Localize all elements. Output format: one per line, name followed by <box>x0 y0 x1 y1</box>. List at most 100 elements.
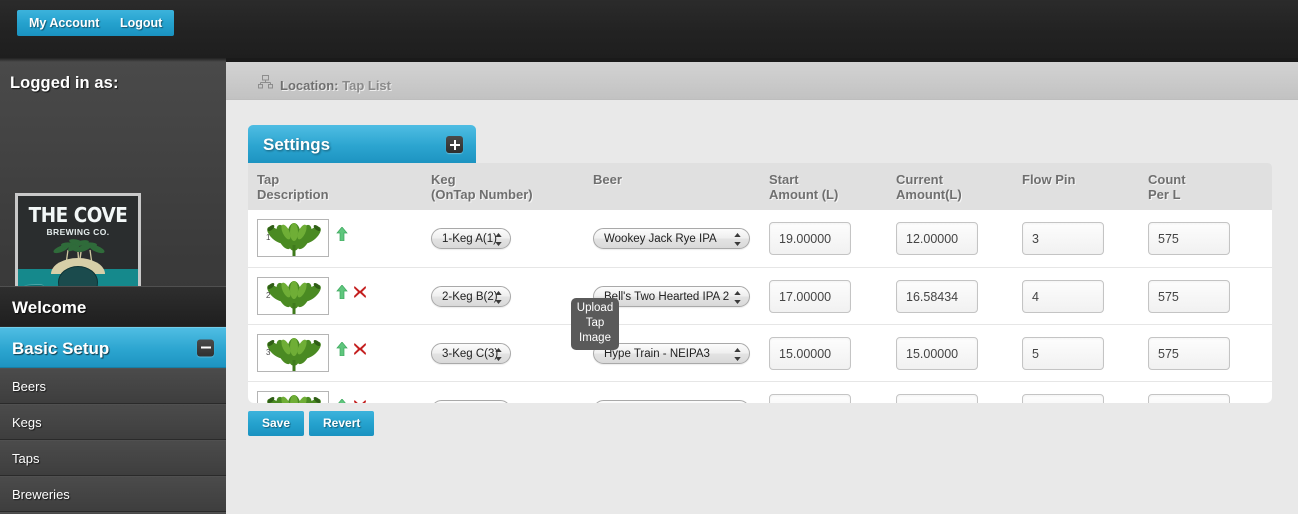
current-amount-input[interactable]: 4.00000 <box>896 394 978 403</box>
stepper-icon[interactable] <box>495 233 502 246</box>
count-per-l-input[interactable]: 575 <box>1148 394 1230 403</box>
sidebar-item-basic-setup[interactable]: Basic Setup <box>0 327 226 368</box>
main-content: Location: Tap List Settings Tap Descripti… <box>226 58 1298 514</box>
stepper-icon[interactable] <box>734 291 741 304</box>
sidebar-item-kegs[interactable]: Kegs <box>0 404 226 440</box>
stepper-icon[interactable] <box>495 291 502 304</box>
keg-select[interactable]: 2-Keg B(2) <box>431 286 511 307</box>
sidebar-item-label: Welcome <box>12 298 87 317</box>
logo-subtitle: BREWING CO. <box>46 227 110 237</box>
sidebar-item-welcome[interactable]: Welcome <box>0 286 226 327</box>
start-amount-input[interactable]: 15.00000 <box>769 337 851 370</box>
upload-tap-image-button[interactable] <box>336 398 348 403</box>
table-row: 1 1-Keg A(1) Wookey Jack Rye IPA 19.0000… <box>248 210 1272 267</box>
delete-icon[interactable] <box>353 399 367 403</box>
stepper-icon[interactable] <box>734 233 741 246</box>
current-amount-input[interactable]: 15.00000 <box>896 337 978 370</box>
stepper-icon[interactable] <box>734 348 741 361</box>
column-header-start-amount: Start Amount (L) <box>769 172 839 202</box>
hop-leaf-icon <box>267 395 321 403</box>
upload-tap-image-button[interactable] <box>336 341 348 357</box>
tap-number-label: 3 <box>266 348 271 357</box>
column-header-keg: Keg (OnTap Number) <box>431 172 533 202</box>
column-header-count-per-l: Count Per L <box>1148 172 1186 202</box>
sidebar-item-label: Taps <box>12 451 40 466</box>
tap-number-label: 2 <box>266 291 271 300</box>
top-bar: My Account Logout <box>0 0 1298 58</box>
keg-select[interactable]: 1-Keg A(1) <box>431 228 511 249</box>
current-amount-input[interactable]: 12.00000 <box>896 222 978 255</box>
flow-pin-input[interactable]: 5 <box>1022 337 1104 370</box>
logged-in-as-label: Logged in as: <box>10 74 119 92</box>
sidebar-item-breweries[interactable]: Breweries <box>0 476 226 512</box>
revert-button[interactable]: Revert <box>309 411 375 436</box>
sitemap-icon <box>258 75 273 89</box>
sidebar-item-label: Beers <box>12 379 46 394</box>
logo-title: THE COVE <box>28 203 128 227</box>
location-bar: Location: Tap List <box>226 62 1298 100</box>
flow-pin-input[interactable]: 4 <box>1022 280 1104 313</box>
hop-leaf-icon <box>267 223 321 256</box>
logout-button[interactable]: Logout <box>108 10 175 36</box>
delete-icon[interactable] <box>353 285 367 299</box>
tap-image-thumbnail[interactable]: 4 <box>257 391 329 403</box>
minus-icon[interactable] <box>197 339 214 356</box>
start-amount-input[interactable]: 17.00000 <box>769 280 851 313</box>
hop-leaf-icon <box>267 281 321 314</box>
upload-tap-image-button[interactable] <box>336 284 348 300</box>
tap-number-label: 1 <box>266 233 271 242</box>
location-value: Tap List <box>342 78 391 93</box>
upload-arrow-icon[interactable] <box>336 284 348 300</box>
delete-tap-button[interactable] <box>353 285 367 299</box>
settings-panel-header[interactable]: Settings <box>248 125 476 163</box>
column-header-flow-pin: Flow Pin <box>1022 172 1076 187</box>
table-row: 4 4-Keg D(4) Belgian Dark Ale 2.50000 4.… <box>248 381 1272 403</box>
tap-image-thumbnail[interactable]: 2 <box>257 277 329 315</box>
column-header-beer: Beer <box>593 172 622 187</box>
upload-tap-image-button[interactable] <box>336 226 348 242</box>
stepper-icon[interactable] <box>495 348 502 361</box>
beer-select[interactable]: Wookey Jack Rye IPA <box>593 228 750 249</box>
upload-arrow-icon[interactable] <box>336 398 348 403</box>
count-per-l-input[interactable]: 575 <box>1148 280 1230 313</box>
start-amount-input[interactable]: 2.50000 <box>769 394 851 403</box>
sidebar-item-label: Kegs <box>12 415 42 430</box>
breadcrumb: Location: Tap List <box>280 78 391 93</box>
sidebar-item-label: Breweries <box>12 487 70 502</box>
beer-select[interactable]: Belgian Dark Ale <box>593 400 750 403</box>
delete-tap-button[interactable] <box>353 342 367 356</box>
settings-title: Settings <box>263 135 331 154</box>
sidebar: Logged in as: THE COVE BREWING CO. Welco… <box>0 58 226 514</box>
upload-arrow-icon[interactable] <box>336 341 348 357</box>
start-amount-input[interactable]: 19.00000 <box>769 222 851 255</box>
sidebar-item-taps[interactable]: Taps <box>0 440 226 476</box>
tap-image-thumbnail[interactable]: 1 <box>257 219 329 257</box>
save-button[interactable]: Save <box>248 411 305 436</box>
upload-arrow-icon[interactable] <box>336 226 348 242</box>
table-row: 3 3-Keg C(3) Hype Train - NEIPA3 15.0000… <box>248 324 1272 381</box>
sidebar-item-beers[interactable]: Beers <box>0 368 226 404</box>
sidebar-nav: Welcome Basic Setup Beers Kegs Taps Brew… <box>0 286 226 514</box>
delete-tap-button[interactable] <box>353 399 367 403</box>
count-per-l-input[interactable]: 575 <box>1148 222 1230 255</box>
table-header-row: Tap Description Keg (OnTap Number) Beer St… <box>248 163 1272 210</box>
flow-pin-input[interactable]: 6 <box>1022 394 1104 403</box>
plus-icon[interactable] <box>446 136 463 153</box>
sidebar-item-label: Basic Setup <box>12 339 110 358</box>
location-prefix: Location: <box>280 78 339 93</box>
tap-image-thumbnail[interactable]: 3 <box>257 334 329 372</box>
hop-leaf-icon <box>267 338 321 371</box>
count-per-l-input[interactable]: 575 <box>1148 337 1230 370</box>
keg-select[interactable]: 3-Keg C(3) <box>431 343 511 364</box>
my-account-button[interactable]: My Account <box>17 10 112 36</box>
upload-tap-image-tooltip: Upload Tap Image <box>571 298 619 350</box>
table-row: 2 2-Keg B(2) Bell's Two Hearted IPA 2 17… <box>248 267 1272 324</box>
keg-select[interactable]: 4-Keg D(4) <box>431 400 511 403</box>
column-header-current-amount: Current Amount(L) <box>896 172 962 202</box>
delete-icon[interactable] <box>353 342 367 356</box>
current-amount-input[interactable]: 16.58434 <box>896 280 978 313</box>
column-header-tap-description: Tap Description <box>257 172 329 202</box>
flow-pin-input[interactable]: 3 <box>1022 222 1104 255</box>
tap-list-table: Tap Description Keg (OnTap Number) Beer St… <box>248 163 1272 403</box>
sidebar-top-shadow <box>0 58 226 62</box>
